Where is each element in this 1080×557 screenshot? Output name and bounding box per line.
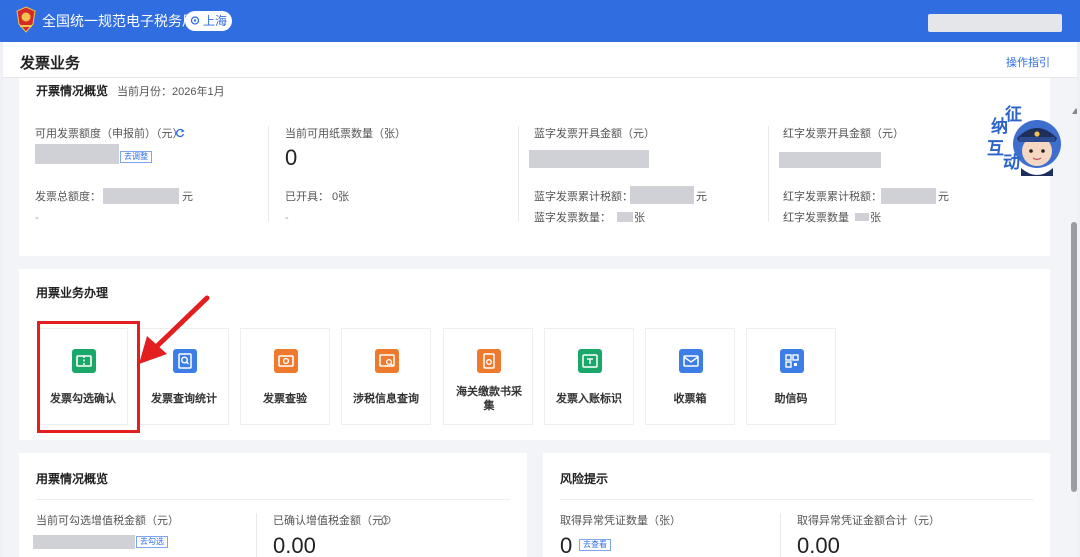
blue-invoice-count-redacted (617, 212, 633, 222)
doc-search-icon (375, 349, 399, 373)
issued-value: 0张 (332, 191, 350, 203)
blue-invoice-tax-unit: 元 (696, 191, 707, 203)
red-invoice-count-redacted (855, 213, 869, 221)
customs-doc-icon (477, 349, 501, 373)
scroll-thumb[interactable] (1071, 222, 1077, 492)
red-invoice-count-unit: 张 (870, 212, 881, 224)
invoice-mark-icon (578, 349, 602, 373)
confirmed-vat-value: 0.00 (273, 533, 316, 557)
help-icon[interactable]: ? (381, 515, 391, 525)
blue-invoice-tax-label: 蓝字发票累计税额： (534, 191, 633, 203)
mascot-char-2: 纳 (991, 117, 1008, 136)
issued-label: 已开具： (285, 191, 329, 203)
blue-invoice-amount-label: 蓝字发票开具金额（元） (534, 128, 655, 140)
red-invoice-amount-redacted (779, 152, 881, 168)
business-tile-label: 收票箱 (673, 393, 707, 405)
blue-invoice-count-unit: 张 (634, 212, 645, 224)
risk-title: 风险提示 (560, 472, 609, 486)
checkable-vat-label: 当前可勾选增值税金额（元） (36, 515, 179, 527)
usage-title-divider (36, 499, 510, 500)
business-tile-label: 发票查验 (263, 393, 307, 405)
risk-divider (780, 513, 781, 557)
confirmed-vat-label: 已确认增值税金额（元） (273, 515, 394, 527)
invoicing-overview-card: 开票情况概览 当前月份：2026年1月 可用发票额度（申报前）（元） 去调整 发… (19, 78, 1050, 256)
location-pin-icon (190, 16, 200, 25)
business-tile-5[interactable]: 海关缴款书采集 (443, 328, 533, 425)
red-invoice-tax-unit: 元 (938, 191, 949, 203)
region-label: 上海 (203, 14, 228, 28)
business-tile-4[interactable]: 涉税信息查询 (341, 328, 431, 425)
abnormal-voucher-amount-value: 0.00 (797, 533, 840, 557)
available-quota-value-redacted (35, 144, 119, 164)
business-tile-label: 发票入账标识 (556, 393, 622, 405)
red-invoice-count-label: 红字发票数量 (783, 212, 849, 224)
user-info-redacted[interactable] (928, 14, 1062, 32)
blue-invoice-amount-redacted (529, 150, 649, 168)
business-tile-label: 涉税信息查询 (353, 393, 419, 405)
business-tile-8[interactable]: 助信码 (746, 328, 836, 425)
red-invoice-tax-redacted (881, 188, 936, 204)
svg-text:?: ? (384, 518, 388, 525)
main-content: 发票业务 操作指引 开票情况概览 当前月份：2026年1月 可用发票额度（申报前… (3, 42, 1077, 557)
risk-title-divider (560, 499, 1034, 500)
total-quota-label: 发票总额度： (35, 191, 101, 203)
page-header: 发票业务 操作指引 (3, 42, 1077, 78)
business-tile-6[interactable]: 发票入账标识 (544, 328, 634, 425)
overview-divider (518, 126, 519, 222)
overview-divider (268, 126, 269, 222)
checkable-vat-value-redacted (33, 535, 135, 549)
available-quota-label: 可用发票额度（申报前）（元） (35, 128, 184, 140)
scroll-up-arrow-icon[interactable] (1072, 108, 1077, 114)
business-tile-label: 海关缴款书采集 (456, 386, 522, 412)
mail-icon (679, 349, 703, 373)
usage-divider (256, 513, 257, 557)
red-arrow-icon (139, 295, 210, 364)
usage-overview-card: 用票情况概览 当前可勾选增值税金额（元） 去勾选 已确认增值税金额（元） ? 0… (19, 453, 527, 557)
mascot-char-4: 动 (1003, 153, 1020, 172)
blue-invoice-tax-redacted (630, 186, 694, 204)
total-quota-dash: - (35, 212, 39, 224)
operation-guide-link[interactable]: 操作指引 (1006, 56, 1050, 70)
red-invoice-tax-label: 红字发票累计税额： (783, 191, 882, 203)
usage-title: 用票情况概览 (36, 472, 109, 486)
issued-dash: - (285, 212, 289, 224)
abnormal-voucher-count-label: 取得异常凭证数量（张） (560, 515, 681, 527)
red-invoice-amount-label: 红字发票开具金额（元） (783, 128, 904, 140)
total-quota-value-redacted (103, 188, 179, 204)
region-selector[interactable]: 上海 (185, 11, 232, 31)
abnormal-voucher-amount-label: 取得异常凭证金额合计（元） (797, 515, 940, 527)
qr-code-icon (780, 349, 804, 373)
paper-ticket-count-value: 0 (285, 145, 298, 170)
blue-invoice-count-label: 蓝字发票数量： (534, 212, 611, 224)
adjust-quota-button[interactable]: 去调整 (120, 151, 152, 163)
business-tile-label: 助信码 (774, 393, 808, 405)
current-month: 当前月份：2026年1月 (117, 86, 225, 98)
mascot-char-3: 互 (987, 139, 1004, 158)
ticket-check-icon (274, 349, 298, 373)
business-title: 用票业务办理 (36, 286, 109, 300)
overview-divider (768, 126, 769, 222)
tax-emblem-icon (16, 6, 36, 33)
abnormal-voucher-count-value: 0 (560, 533, 573, 557)
refresh-icon[interactable] (175, 128, 185, 138)
highlight-box (37, 321, 140, 433)
page-title: 发票业务 (20, 55, 81, 72)
business-tile-3[interactable]: 发票查验 (240, 328, 330, 425)
business-tile-7[interactable]: 收票箱 (645, 328, 735, 425)
paper-ticket-count-label: 当前可用纸票数量（张） (285, 128, 406, 140)
top-bar: 全国统一规范电子税务局 上海 (0, 0, 1080, 42)
tax-interaction-mascot[interactable]: 征 纳 互 动 (979, 104, 1067, 204)
go-check-button[interactable]: 去勾选 (136, 536, 168, 548)
total-quota-unit: 元 (182, 191, 193, 203)
business-tile-label: 发票查询统计 (151, 393, 217, 405)
site-title[interactable]: 全国统一规范电子税务局 (42, 12, 196, 30)
risk-alert-card: 风险提示 取得异常凭证数量（张） 0 去查看 取得异常凭证金额合计（元） 0.0… (543, 453, 1050, 557)
overview-title: 开票情况概览 (36, 84, 109, 98)
go-view-button[interactable]: 去查看 (579, 539, 611, 551)
